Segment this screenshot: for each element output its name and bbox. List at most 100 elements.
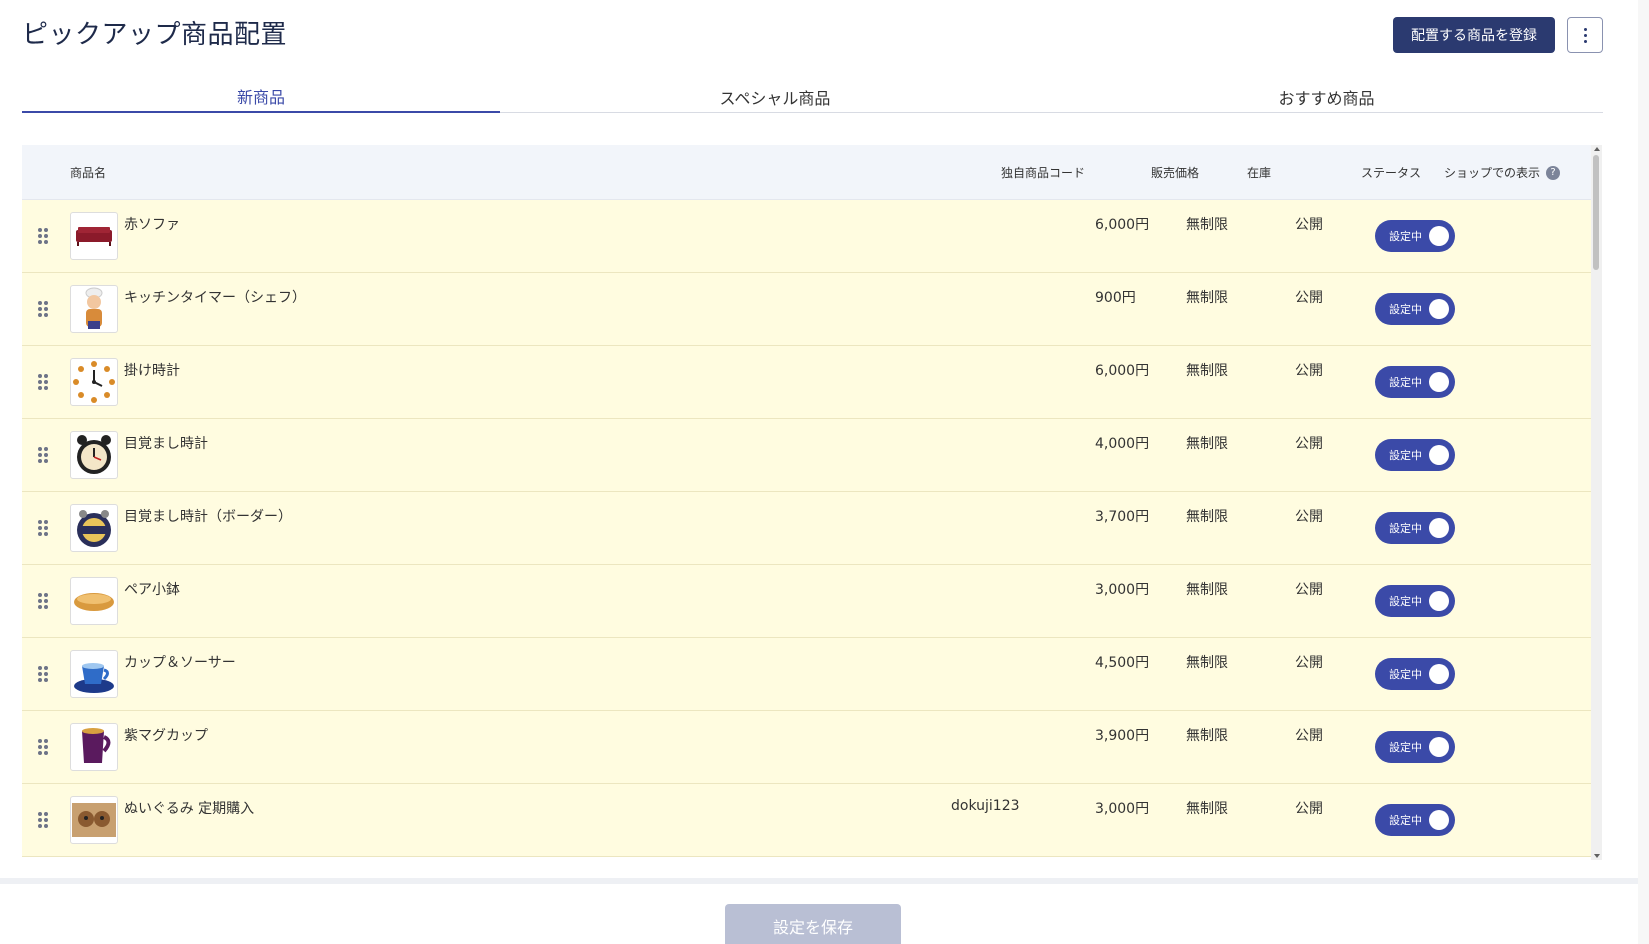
toggle-label: 設定中 (1389, 230, 1422, 243)
tab-bar: 新商品 スペシャル商品 おすすめ商品 (22, 80, 1603, 113)
product-price: 3,000円 (1095, 801, 1150, 817)
product-thumbnail (70, 504, 118, 552)
toggle-label: 設定中 (1389, 741, 1422, 754)
drag-handle-icon[interactable] (38, 739, 48, 755)
toggle-label: 設定中 (1389, 303, 1422, 316)
product-stock: 無制限 (1186, 801, 1228, 817)
product-thumbnail (70, 577, 118, 625)
product-status: 公開 (1295, 363, 1323, 379)
table-header: 商品名 独自商品コード 販売価格 在庫 ステータス ショップでの表示 ? (22, 145, 1592, 200)
drag-handle-icon[interactable] (38, 374, 48, 390)
scrollbar-thumb[interactable] (1593, 155, 1599, 270)
product-status: 公開 (1295, 801, 1323, 817)
shop-display-toggle[interactable]: 設定中 (1375, 439, 1455, 471)
tab-special-products[interactable]: スペシャル商品 (500, 80, 1050, 113)
shop-display-toggle[interactable]: 設定中 (1375, 585, 1455, 617)
product-stock: 無制限 (1186, 509, 1228, 525)
column-header-display-label: ショップでの表示 (1444, 166, 1541, 180)
toggle-knob (1429, 737, 1449, 757)
product-price: 3,700円 (1095, 509, 1150, 525)
shop-display-toggle[interactable]: 設定中 (1375, 731, 1455, 763)
kebab-menu-icon (1583, 27, 1587, 43)
shop-display-toggle[interactable]: 設定中 (1375, 220, 1455, 252)
window-edge (1638, 0, 1649, 944)
product-name[interactable]: キッチンタイマー（シェフ） (124, 287, 306, 307)
product-stock: 無制限 (1186, 290, 1228, 306)
product-stock: 無制限 (1186, 217, 1228, 233)
table-row[interactable]: ペア小鉢 3,000円 無制限 公開設定中 (22, 565, 1592, 638)
footer-bar: 設定を保存 (0, 878, 1649, 944)
toggle-label: 設定中 (1389, 668, 1422, 681)
toggle-label: 設定中 (1389, 449, 1422, 462)
product-name[interactable]: カップ＆ソーサー (124, 652, 236, 672)
product-thumbnail (70, 212, 118, 260)
shop-display-toggle[interactable]: 設定中 (1375, 293, 1455, 325)
product-status: 公開 (1295, 436, 1323, 452)
scroll-down-arrow-icon[interactable] (1594, 854, 1600, 858)
table-row[interactable]: 目覚まし時計（ボーダー） 3,700円 無制限 公開 設定中 (22, 492, 1592, 565)
product-code: dokuji123 (951, 798, 1020, 814)
product-thumbnail (70, 796, 118, 844)
toggle-label: 設定中 (1389, 376, 1422, 389)
shop-display-toggle[interactable]: 設定中 (1375, 658, 1455, 690)
help-icon[interactable]: ? (1546, 165, 1561, 180)
toggle-label: 設定中 (1389, 522, 1422, 535)
product-status: 公開 (1295, 582, 1323, 598)
register-products-button[interactable]: 配置する商品を登録 (1393, 17, 1555, 53)
product-name[interactable]: 目覚まし時計 (124, 433, 208, 453)
table-row[interactable]: カップ＆ソーサー 4,500円 無制限 公開 設定中 (22, 638, 1592, 711)
table-row[interactable]: 紫マグカップ 3,900円 無制限 公開 設定中 (22, 711, 1592, 784)
page-title: ピックアップ商品配置 (22, 20, 288, 50)
shop-display-toggle[interactable]: 設定中 (1375, 804, 1455, 836)
product-table: 商品名 独自商品コード 販売価格 在庫 ステータス ショップでの表示 ? 赤ソフ… (22, 145, 1602, 860)
table-row[interactable]: キッチンタイマー（シェフ） 900円 無制限 公開 設定中 (22, 273, 1592, 346)
drag-handle-icon[interactable] (38, 812, 48, 828)
column-header-name: 商品名 (70, 166, 107, 180)
product-status: 公開 (1295, 655, 1323, 671)
product-name[interactable]: 赤ソファ (124, 214, 180, 234)
table-row[interactable]: ぬいぐるみ 定期購入 dokuji123 3,000円 無制限 公開設定中 (22, 784, 1592, 857)
shop-display-toggle[interactable]: 設定中 (1375, 366, 1455, 398)
column-header-stock: 在庫 (1247, 166, 1272, 180)
drag-handle-icon[interactable] (38, 593, 48, 609)
product-price: 3,000円 (1095, 582, 1150, 598)
toggle-knob (1429, 591, 1449, 611)
product-thumbnail (70, 723, 118, 771)
drag-handle-icon[interactable] (38, 301, 48, 317)
tab-recommended-products[interactable]: おすすめ商品 (1050, 80, 1603, 113)
product-name[interactable]: 掛け時計 (124, 360, 180, 380)
product-thumbnail (70, 358, 118, 406)
product-stock: 無制限 (1186, 655, 1228, 671)
table-row[interactable]: 掛け時計 6,000円 無制限 公開 設定中 (22, 346, 1592, 419)
product-price: 4,000円 (1095, 436, 1150, 452)
toggle-knob (1429, 299, 1449, 319)
scroll-up-arrow-icon[interactable] (1594, 147, 1600, 151)
product-name[interactable]: 目覚まし時計（ボーダー） (124, 506, 292, 526)
table-row[interactable]: 赤ソファ 6,000円 無制限 公開 設定中 (22, 200, 1592, 273)
toggle-knob (1429, 518, 1449, 538)
column-header-status: ステータス (1361, 166, 1422, 180)
drag-handle-icon[interactable] (38, 666, 48, 682)
product-name[interactable]: 紫マグカップ (124, 725, 208, 745)
toggle-knob (1429, 445, 1449, 465)
table-scrollbar[interactable] (1591, 145, 1602, 860)
save-settings-button[interactable]: 設定を保存 (725, 904, 901, 944)
shop-display-toggle[interactable]: 設定中 (1375, 512, 1455, 544)
drag-handle-icon[interactable] (38, 228, 48, 244)
toggle-knob (1429, 664, 1449, 684)
product-stock: 無制限 (1186, 582, 1228, 598)
toggle-label: 設定中 (1389, 814, 1422, 827)
toggle-label: 設定中 (1389, 595, 1422, 608)
more-options-button[interactable] (1567, 17, 1603, 53)
product-name[interactable]: ペア小鉢 (124, 579, 180, 599)
product-name[interactable]: ぬいぐるみ 定期購入 (124, 798, 254, 818)
product-stock: 無制限 (1186, 728, 1228, 744)
table-row[interactable]: 目覚まし時計 4,000円 無制限 公開設定中 (22, 419, 1592, 492)
table-body: 赤ソファ 6,000円 無制限 公開 設定中 キッチンタイマー（シェフ） 900円 無制限 公開… (22, 200, 1592, 857)
product-price: 6,000円 (1095, 363, 1150, 379)
tab-new-products[interactable]: 新商品 (22, 80, 500, 113)
product-stock: 無制限 (1186, 436, 1228, 452)
product-thumbnail (70, 650, 118, 698)
drag-handle-icon[interactable] (38, 447, 48, 463)
drag-handle-icon[interactable] (38, 520, 48, 536)
